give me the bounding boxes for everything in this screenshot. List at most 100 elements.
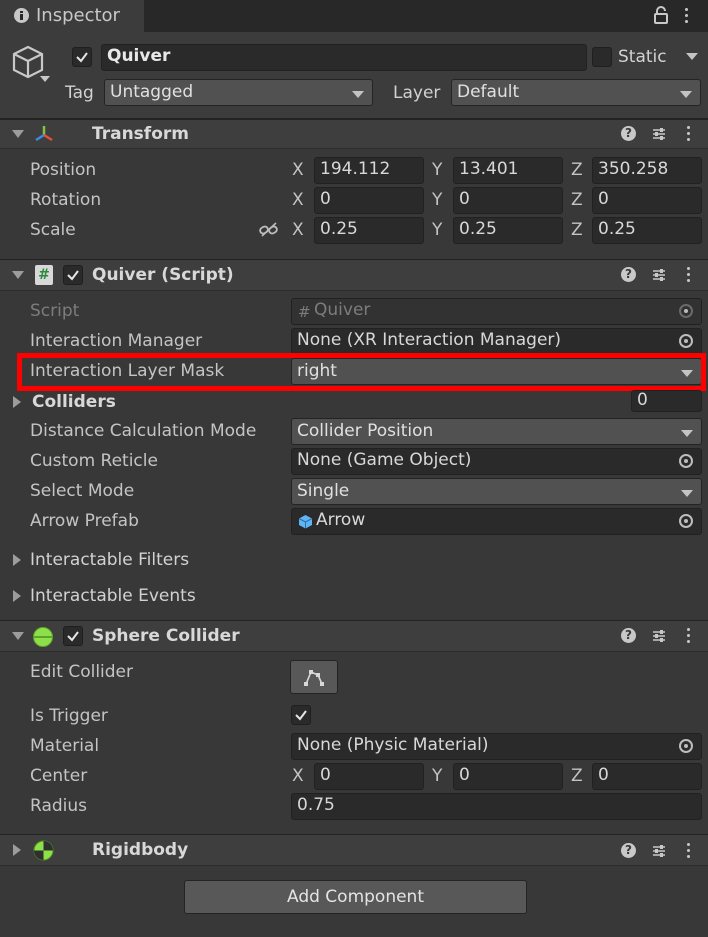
position-z-input[interactable]: 350.258: [592, 157, 702, 184]
help-icon[interactable]: ?: [621, 843, 636, 858]
radius-label: Radius: [30, 796, 88, 816]
object-picker-icon: [679, 514, 693, 528]
static-checkbox[interactable]: [592, 47, 612, 67]
center-y-input[interactable]: 0: [453, 763, 563, 790]
lock-icon[interactable]: [654, 6, 668, 24]
script-hash-icon: #: [35, 265, 53, 285]
script-label: Script: [30, 301, 80, 321]
transform-title: Transform: [92, 124, 189, 144]
edit-collider-label: Edit Collider: [30, 662, 134, 682]
position-label: Position: [30, 160, 97, 180]
tab-label: Inspector: [36, 5, 120, 26]
add-component-label: Add Component: [286, 887, 424, 907]
highlight-box: [17, 353, 706, 391]
interactable-filters-label[interactable]: Interactable Filters: [30, 550, 189, 570]
colliders-count-input[interactable]: 0: [631, 390, 702, 412]
position-x-input[interactable]: 194.112: [314, 157, 424, 184]
presets-icon[interactable]: [651, 267, 667, 283]
center-z-input[interactable]: 0: [592, 763, 702, 790]
scale-z-axis: Z: [571, 220, 583, 240]
help-icon[interactable]: ?: [621, 628, 636, 643]
object-picker-icon: [679, 334, 693, 348]
colliders-label[interactable]: Colliders: [32, 392, 116, 412]
add-component-button[interactable]: Add Component: [184, 880, 527, 914]
interactable-events-label[interactable]: Interactable Events: [30, 586, 196, 606]
scale-x-axis: X: [292, 220, 304, 240]
help-icon[interactable]: ?: [621, 126, 636, 141]
center-z-axis: Z: [571, 766, 583, 786]
material-label: Material: [30, 736, 100, 756]
select-mode-dropdown[interactable]: Single: [291, 478, 702, 505]
transform-icon: [33, 123, 55, 145]
interactable-filters-foldout-icon[interactable]: [13, 554, 21, 566]
interactable-events-foldout-icon[interactable]: [13, 590, 21, 602]
prefab-cube-icon: [298, 514, 313, 529]
script-file-icon: #: [298, 303, 311, 321]
component-menu-icon[interactable]: [687, 628, 691, 646]
scale-y-input[interactable]: 0.25: [453, 217, 563, 244]
rotation-x-input[interactable]: 0: [314, 187, 424, 214]
radius-input[interactable]: 0.75: [291, 793, 702, 820]
center-x-axis: X: [292, 766, 304, 786]
rigidbody-foldout-icon[interactable]: [13, 844, 21, 856]
info-icon: [14, 8, 29, 23]
tag-label: Tag: [65, 83, 94, 103]
help-icon[interactable]: ?: [621, 267, 636, 282]
script-field: # Quiver: [291, 298, 702, 325]
more-menu-icon[interactable]: [685, 8, 689, 26]
component-menu-icon[interactable]: [687, 843, 691, 861]
edit-collider-icon: [304, 670, 324, 686]
position-y-axis: Y: [432, 160, 443, 180]
rotation-x-axis: X: [292, 190, 304, 210]
arrow-prefab-field[interactable]: Arrow: [291, 508, 702, 535]
object-picker-icon: [679, 454, 693, 468]
tag-dropdown[interactable]: Untagged: [104, 79, 373, 106]
colliders-foldout-icon[interactable]: [13, 396, 21, 408]
constrain-proportions-icon[interactable]: [259, 221, 279, 239]
rotation-label: Rotation: [30, 190, 102, 210]
gameobject-cube-icon[interactable]: [10, 44, 52, 88]
interaction-manager-field[interactable]: None (XR Interaction Manager): [291, 328, 702, 355]
sphere-collider-icon: [33, 627, 53, 647]
quiver-foldout-icon[interactable]: [12, 271, 24, 279]
sphere-collider-foldout-icon[interactable]: [12, 632, 24, 640]
sphere-collider-title: Sphere Collider: [92, 626, 240, 646]
distance-calculation-mode-label: Distance Calculation Mode: [30, 421, 257, 441]
center-y-axis: Y: [432, 766, 443, 786]
interaction-manager-label: Interaction Manager: [30, 331, 203, 351]
sphere-collider-enabled-checkbox[interactable]: [63, 626, 83, 646]
material-field[interactable]: None (Physic Material): [291, 733, 702, 760]
active-checkbox[interactable]: [72, 47, 92, 67]
presets-icon[interactable]: [651, 843, 667, 859]
scale-z-input[interactable]: 0.25: [592, 217, 702, 244]
component-menu-icon[interactable]: [687, 126, 691, 144]
rigidbody-icon: [33, 840, 54, 861]
transform-foldout-icon[interactable]: [12, 130, 24, 138]
center-x-input[interactable]: 0: [314, 763, 424, 790]
quiver-enabled-checkbox[interactable]: [63, 265, 83, 285]
select-mode-label: Select Mode: [30, 481, 135, 501]
arrow-prefab-label: Arrow Prefab: [30, 511, 139, 531]
is-trigger-checkbox[interactable]: [291, 705, 311, 725]
presets-icon[interactable]: [651, 126, 667, 142]
custom-reticle-field[interactable]: None (Game Object): [291, 448, 702, 475]
position-y-input[interactable]: 13.401: [453, 157, 563, 184]
position-x-axis: X: [292, 160, 304, 180]
rotation-z-input[interactable]: 0: [592, 187, 702, 214]
distance-calculation-mode-dropdown[interactable]: Collider Position: [291, 418, 702, 445]
layer-dropdown[interactable]: Default: [451, 79, 701, 106]
component-menu-icon[interactable]: [687, 267, 691, 285]
tab-inspector[interactable]: Inspector: [0, 0, 144, 32]
scale-x-input[interactable]: 0.25: [314, 217, 424, 244]
scale-y-axis: Y: [432, 220, 443, 240]
rotation-y-input[interactable]: 0: [453, 187, 563, 214]
custom-reticle-label: Custom Reticle: [30, 451, 158, 471]
edit-collider-button[interactable]: [290, 660, 338, 694]
quiver-script-title: Quiver (Script): [92, 265, 234, 285]
static-dropdown-icon[interactable]: [686, 53, 698, 60]
object-name-input[interactable]: Quiver: [101, 44, 587, 71]
presets-icon[interactable]: [651, 628, 667, 644]
rotation-y-axis: Y: [432, 190, 443, 210]
object-picker-icon: [679, 739, 693, 753]
layer-label: Layer: [393, 83, 441, 103]
